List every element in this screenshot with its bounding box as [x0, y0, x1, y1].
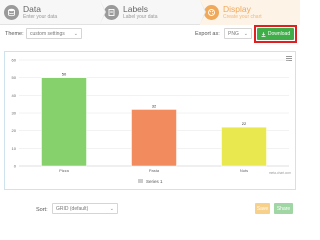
y-tick-label: 40 [12, 93, 17, 98]
step-data[interactable]: Data Enter your data [0, 0, 106, 25]
chevron-down-icon: ⌄ [73, 31, 78, 37]
sort-label: Sort: [36, 207, 48, 213]
x-tick-label: Pizza [59, 168, 70, 173]
sort-select-value: GRID (default) [56, 205, 89, 212]
palette-icon [204, 5, 219, 20]
step-subtitle: Create your chart [223, 13, 262, 20]
bar [41, 77, 87, 167]
export-select-value: PNG [228, 30, 239, 37]
y-tick-label: 0 [14, 164, 17, 169]
y-tick-label: 60 [12, 58, 17, 63]
chevron-down-icon: ⌄ [109, 206, 114, 212]
export-format-select[interactable]: PNG ⌄ [224, 28, 252, 39]
step-display[interactable]: Display Create your chart [200, 0, 300, 25]
sort-select[interactable]: GRID (default) ⌄ [52, 203, 118, 214]
save-button[interactable]: Save [255, 203, 270, 214]
y-tick-label: 30 [12, 111, 17, 116]
bar-chart: 0 10 20 30 40 50 60 50 Pizza 32 Pasta 22 Nuts Series … [12, 58, 292, 185]
step-navigation: Data Enter your data Labels Label your d… [0, 0, 300, 25]
legend-swatch [138, 179, 143, 183]
x-tick-label: Pasta [149, 168, 160, 173]
step-labels[interactable]: Labels Label your data [100, 0, 206, 25]
y-tick-label: 20 [12, 128, 17, 133]
download-label: Download [267, 31, 291, 37]
step-title: Display [223, 4, 251, 15]
y-tick-label: 10 [12, 146, 17, 151]
data-icon [4, 5, 19, 20]
export-label: Export as: [195, 31, 220, 37]
chart-container: 0 10 20 30 40 50 60 50 Pizza 32 Pasta 22 Nuts Series … [4, 51, 296, 190]
legend-label: Series 1 [146, 179, 163, 184]
chevron-down-icon: ⌄ [243, 31, 248, 37]
download-button[interactable]: Download [257, 28, 294, 40]
download-highlight: Download [254, 25, 297, 43]
step-subtitle: Label your data [123, 13, 158, 20]
theme-select-value: custom settings [30, 30, 65, 37]
theme-label: Theme: [5, 31, 24, 37]
x-tick-label: Nuts [240, 168, 248, 173]
step-title: Labels [123, 4, 149, 15]
bar [131, 109, 177, 167]
step-subtitle: Enter your data [23, 13, 58, 20]
share-button[interactable]: Share [274, 203, 293, 214]
step-title: Data [23, 4, 41, 15]
data-label: 50 [62, 72, 67, 77]
chart-credits: meta-chart.com [269, 171, 291, 175]
book-icon [104, 5, 119, 20]
data-label: 32 [152, 103, 157, 108]
theme-select[interactable]: custom settings ⌄ [26, 28, 82, 39]
bar [221, 126, 267, 167]
data-label: 22 [242, 121, 247, 126]
download-icon [261, 31, 266, 37]
y-tick-label: 50 [12, 75, 17, 80]
